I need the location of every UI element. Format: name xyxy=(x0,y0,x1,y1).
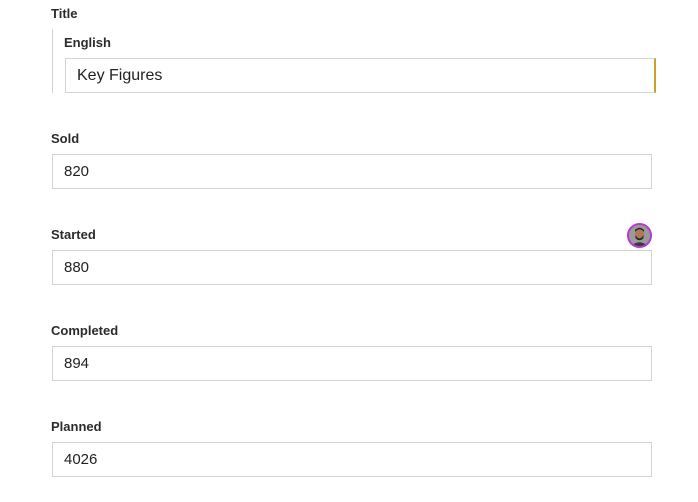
completed-label: Completed xyxy=(51,323,119,338)
title-label: Title xyxy=(51,6,78,21)
started-label: Started xyxy=(51,227,96,242)
english-label: English xyxy=(64,35,111,50)
user-avatar-icon[interactable] xyxy=(627,223,652,248)
completed-input[interactable] xyxy=(52,346,652,381)
planned-label: Planned xyxy=(51,419,102,434)
sold-label: Sold xyxy=(51,131,80,146)
title-english-input[interactable] xyxy=(65,58,656,93)
title-language-rail xyxy=(52,29,53,93)
started-input[interactable] xyxy=(52,250,652,285)
avatar-face-icon xyxy=(629,225,650,246)
planned-input[interactable] xyxy=(52,442,652,477)
sold-input[interactable] xyxy=(52,154,652,189)
